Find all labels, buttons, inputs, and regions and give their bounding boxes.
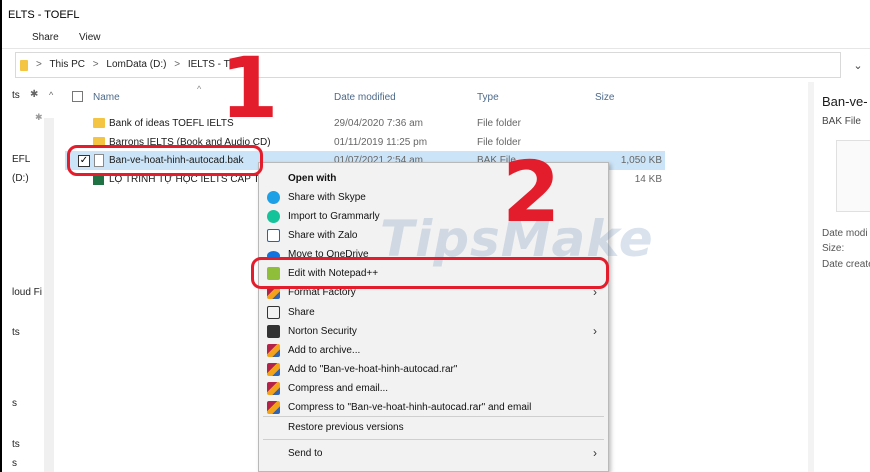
chevron-down-icon[interactable]: ⌄ — [848, 57, 868, 75]
chevron-right-icon: › — [593, 324, 597, 338]
step-2-label: 2 — [502, 143, 561, 241]
context-menu-label: Share with Zalo — [288, 230, 358, 241]
column-header-date[interactable]: Date modified — [334, 92, 396, 103]
address-bar[interactable]: > This PC > LomData (D:) > IELTS - TOEFL — [15, 52, 841, 78]
context-menu-label: Share with Skype — [288, 192, 366, 203]
folder-icon — [20, 60, 28, 71]
nav-item[interactable]: ts — [12, 327, 20, 338]
winrar-icon — [267, 401, 280, 414]
file-preview — [836, 140, 870, 212]
ribbon-tab-view[interactable]: View — [79, 32, 101, 43]
context-menu-item[interactable]: Compress to "Ban-ve-hoat-hinh-autocad.ra… — [259, 398, 608, 417]
file-size: 14 KB — [634, 174, 662, 185]
skype-icon — [267, 191, 280, 204]
window-title: ELTS - TOEFL — [8, 9, 80, 21]
nav-item[interactable]: s — [12, 398, 17, 409]
context-menu-label: Share — [288, 307, 315, 318]
breadcrumb-lomdata[interactable]: LomData (D:) — [106, 59, 166, 70]
winrar-icon — [267, 363, 280, 376]
highlight-box-notepadpp — [251, 257, 609, 289]
details-title: Ban-ve- — [822, 94, 868, 109]
sort-caret-icon: ^ — [197, 84, 202, 94]
chevron-right-icon: > — [36, 59, 42, 70]
context-menu-item[interactable]: Norton Security › — [259, 322, 608, 341]
details-date-modified-label: Date modi — [822, 228, 868, 239]
nav-item[interactable]: s — [12, 458, 17, 469]
column-header-name[interactable]: Name — [93, 92, 120, 103]
context-menu-item[interactable]: Share — [259, 303, 608, 322]
context-menu-label: Norton Security — [288, 326, 357, 337]
nav-item[interactable]: EFL — [12, 154, 30, 165]
nav-item[interactable]: loud Fi — [12, 287, 42, 298]
nav-item[interactable]: (D:) — [12, 173, 29, 184]
details-date-created-label: Date create — [822, 259, 870, 270]
file-date: 29/04/2020 7:36 am — [334, 118, 423, 129]
chevron-right-icon: › — [593, 446, 597, 460]
breadcrumb-this-pc[interactable]: This PC — [49, 59, 85, 70]
highlight-box-file — [67, 145, 263, 176]
context-menu-item[interactable]: Add to "Ban-ve-hoat-hinh-autocad.rar" — [259, 360, 608, 379]
context-menu-label: Add to "Ban-ve-hoat-hinh-autocad.rar" — [288, 364, 458, 375]
chevron-up-icon[interactable]: ^ — [49, 90, 53, 100]
select-all-checkbox[interactable] — [72, 91, 83, 102]
file-row[interactable]: Bank of ideas TOEFL IELTS 29/04/2020 7:36… — [65, 114, 665, 133]
file-date: 01/11/2019 11:25 pm — [334, 137, 428, 148]
nav-item[interactable]: ts — [12, 439, 20, 450]
context-menu-item[interactable]: Compress and email... — [259, 379, 608, 398]
zalo-icon — [267, 229, 280, 242]
context-menu-item[interactable]: Send to › — [259, 444, 608, 463]
column-header-size[interactable]: Size — [595, 92, 614, 103]
file-name: Bank of ideas TOEFL IELTS — [109, 118, 234, 129]
file-type: File folder — [477, 118, 521, 129]
ribbon-divider — [2, 48, 870, 49]
step-1-label: 1 — [220, 39, 279, 137]
chevron-right-icon: > — [92, 59, 99, 70]
context-menu-label: Restore previous versions — [288, 422, 404, 433]
share-icon — [267, 306, 280, 319]
context-menu-label: Open with — [288, 173, 337, 184]
winrar-icon — [267, 344, 280, 357]
nav-scrollbar[interactable] — [44, 118, 54, 472]
winrar-icon — [267, 382, 280, 395]
context-menu-label: Compress to "Ban-ve-hoat-hinh-autocad.ra… — [288, 402, 532, 413]
details-size-label: Size: — [822, 243, 845, 254]
explorer-window: ELTS - TOEFL Share View > This PC > LomD… — [0, 0, 870, 472]
menu-separator — [263, 439, 604, 440]
context-menu-label: Import to Grammarly — [288, 211, 380, 222]
nav-item[interactable]: ts — [12, 90, 20, 101]
context-menu-item[interactable]: Restore previous versions — [259, 418, 608, 437]
norton-icon — [267, 325, 280, 338]
file-size: 1,050 KB — [620, 155, 662, 166]
context-menu-label: Add to archive... — [288, 345, 361, 356]
context-menu-label: Compress and email... — [288, 383, 389, 394]
column-header-type[interactable]: Type — [477, 92, 499, 103]
details-type: BAK File — [822, 116, 861, 127]
context-menu-item[interactable]: Add to archive... — [259, 341, 608, 360]
grammarly-icon — [267, 210, 280, 223]
menu-separator — [263, 416, 604, 417]
ribbon: Share View — [2, 28, 870, 48]
context-menu-label: Send to — [288, 448, 323, 459]
chevron-right-icon: > — [174, 59, 181, 70]
folder-icon — [93, 118, 105, 128]
pin-icon: ✱ — [35, 112, 43, 122]
ribbon-tab-share[interactable]: Share — [32, 32, 59, 43]
pin-icon[interactable]: ✱ — [30, 89, 38, 100]
details-pane: Ban-ve- BAK File Date modi Size: Date cr… — [814, 82, 870, 472]
